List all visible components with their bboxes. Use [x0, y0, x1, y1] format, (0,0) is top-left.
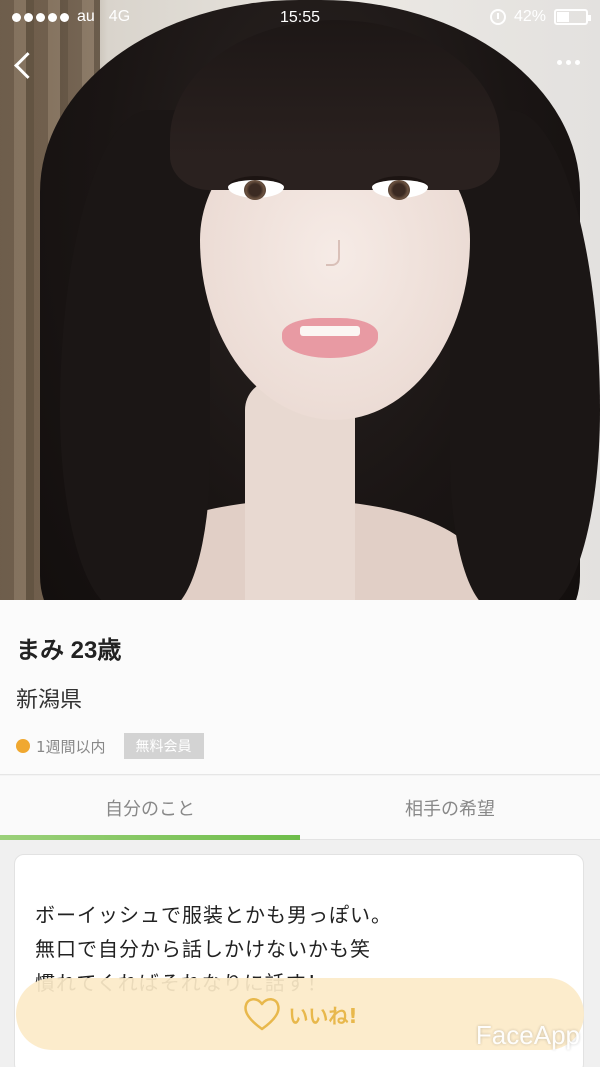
bio-line: 無口で自分から話しかけないかも笑	[35, 937, 371, 961]
last-login-text: 1週間以内	[36, 737, 106, 756]
battery-icon	[554, 9, 591, 25]
like-label: いいね!	[288, 1003, 358, 1028]
profile-prefecture: 新潟県	[16, 688, 83, 713]
tab-partner-preferences[interactable]: 相手の希望	[300, 776, 600, 839]
heart-icon	[244, 998, 281, 1031]
back-button[interactable]	[8, 50, 42, 84]
rotation-lock-icon	[489, 9, 506, 25]
faceapp-watermark: FaceApp	[475, 1020, 580, 1050]
status-bar: au 4G 15:55 42%	[0, 0, 600, 34]
tab-about-me[interactable]: 自分のこと	[0, 776, 300, 840]
bio-line: ボーイッシュで服装とかも男っぽい。	[35, 903, 392, 927]
right-eye	[372, 176, 428, 200]
nose	[326, 240, 340, 266]
more-dots-icon	[557, 60, 562, 65]
clock: 15:55	[279, 9, 321, 26]
profile-name-age: まみ 23歳	[16, 637, 122, 664]
left-eye	[228, 176, 284, 200]
status-dot-icon	[16, 739, 30, 753]
login-status-row: 1週間以内 無料会員	[16, 733, 204, 759]
profile-info: まみ 23歳 新潟県 1週間以内 無料会員	[0, 600, 600, 775]
mouth	[282, 318, 378, 358]
profile-photo[interactable]	[0, 0, 600, 600]
battery-fill	[557, 12, 569, 22]
profile-tabs: 自分のこと 相手の希望	[0, 776, 600, 840]
more-options-button[interactable]	[557, 60, 580, 65]
member-type-badge: 無料会員	[123, 733, 204, 759]
